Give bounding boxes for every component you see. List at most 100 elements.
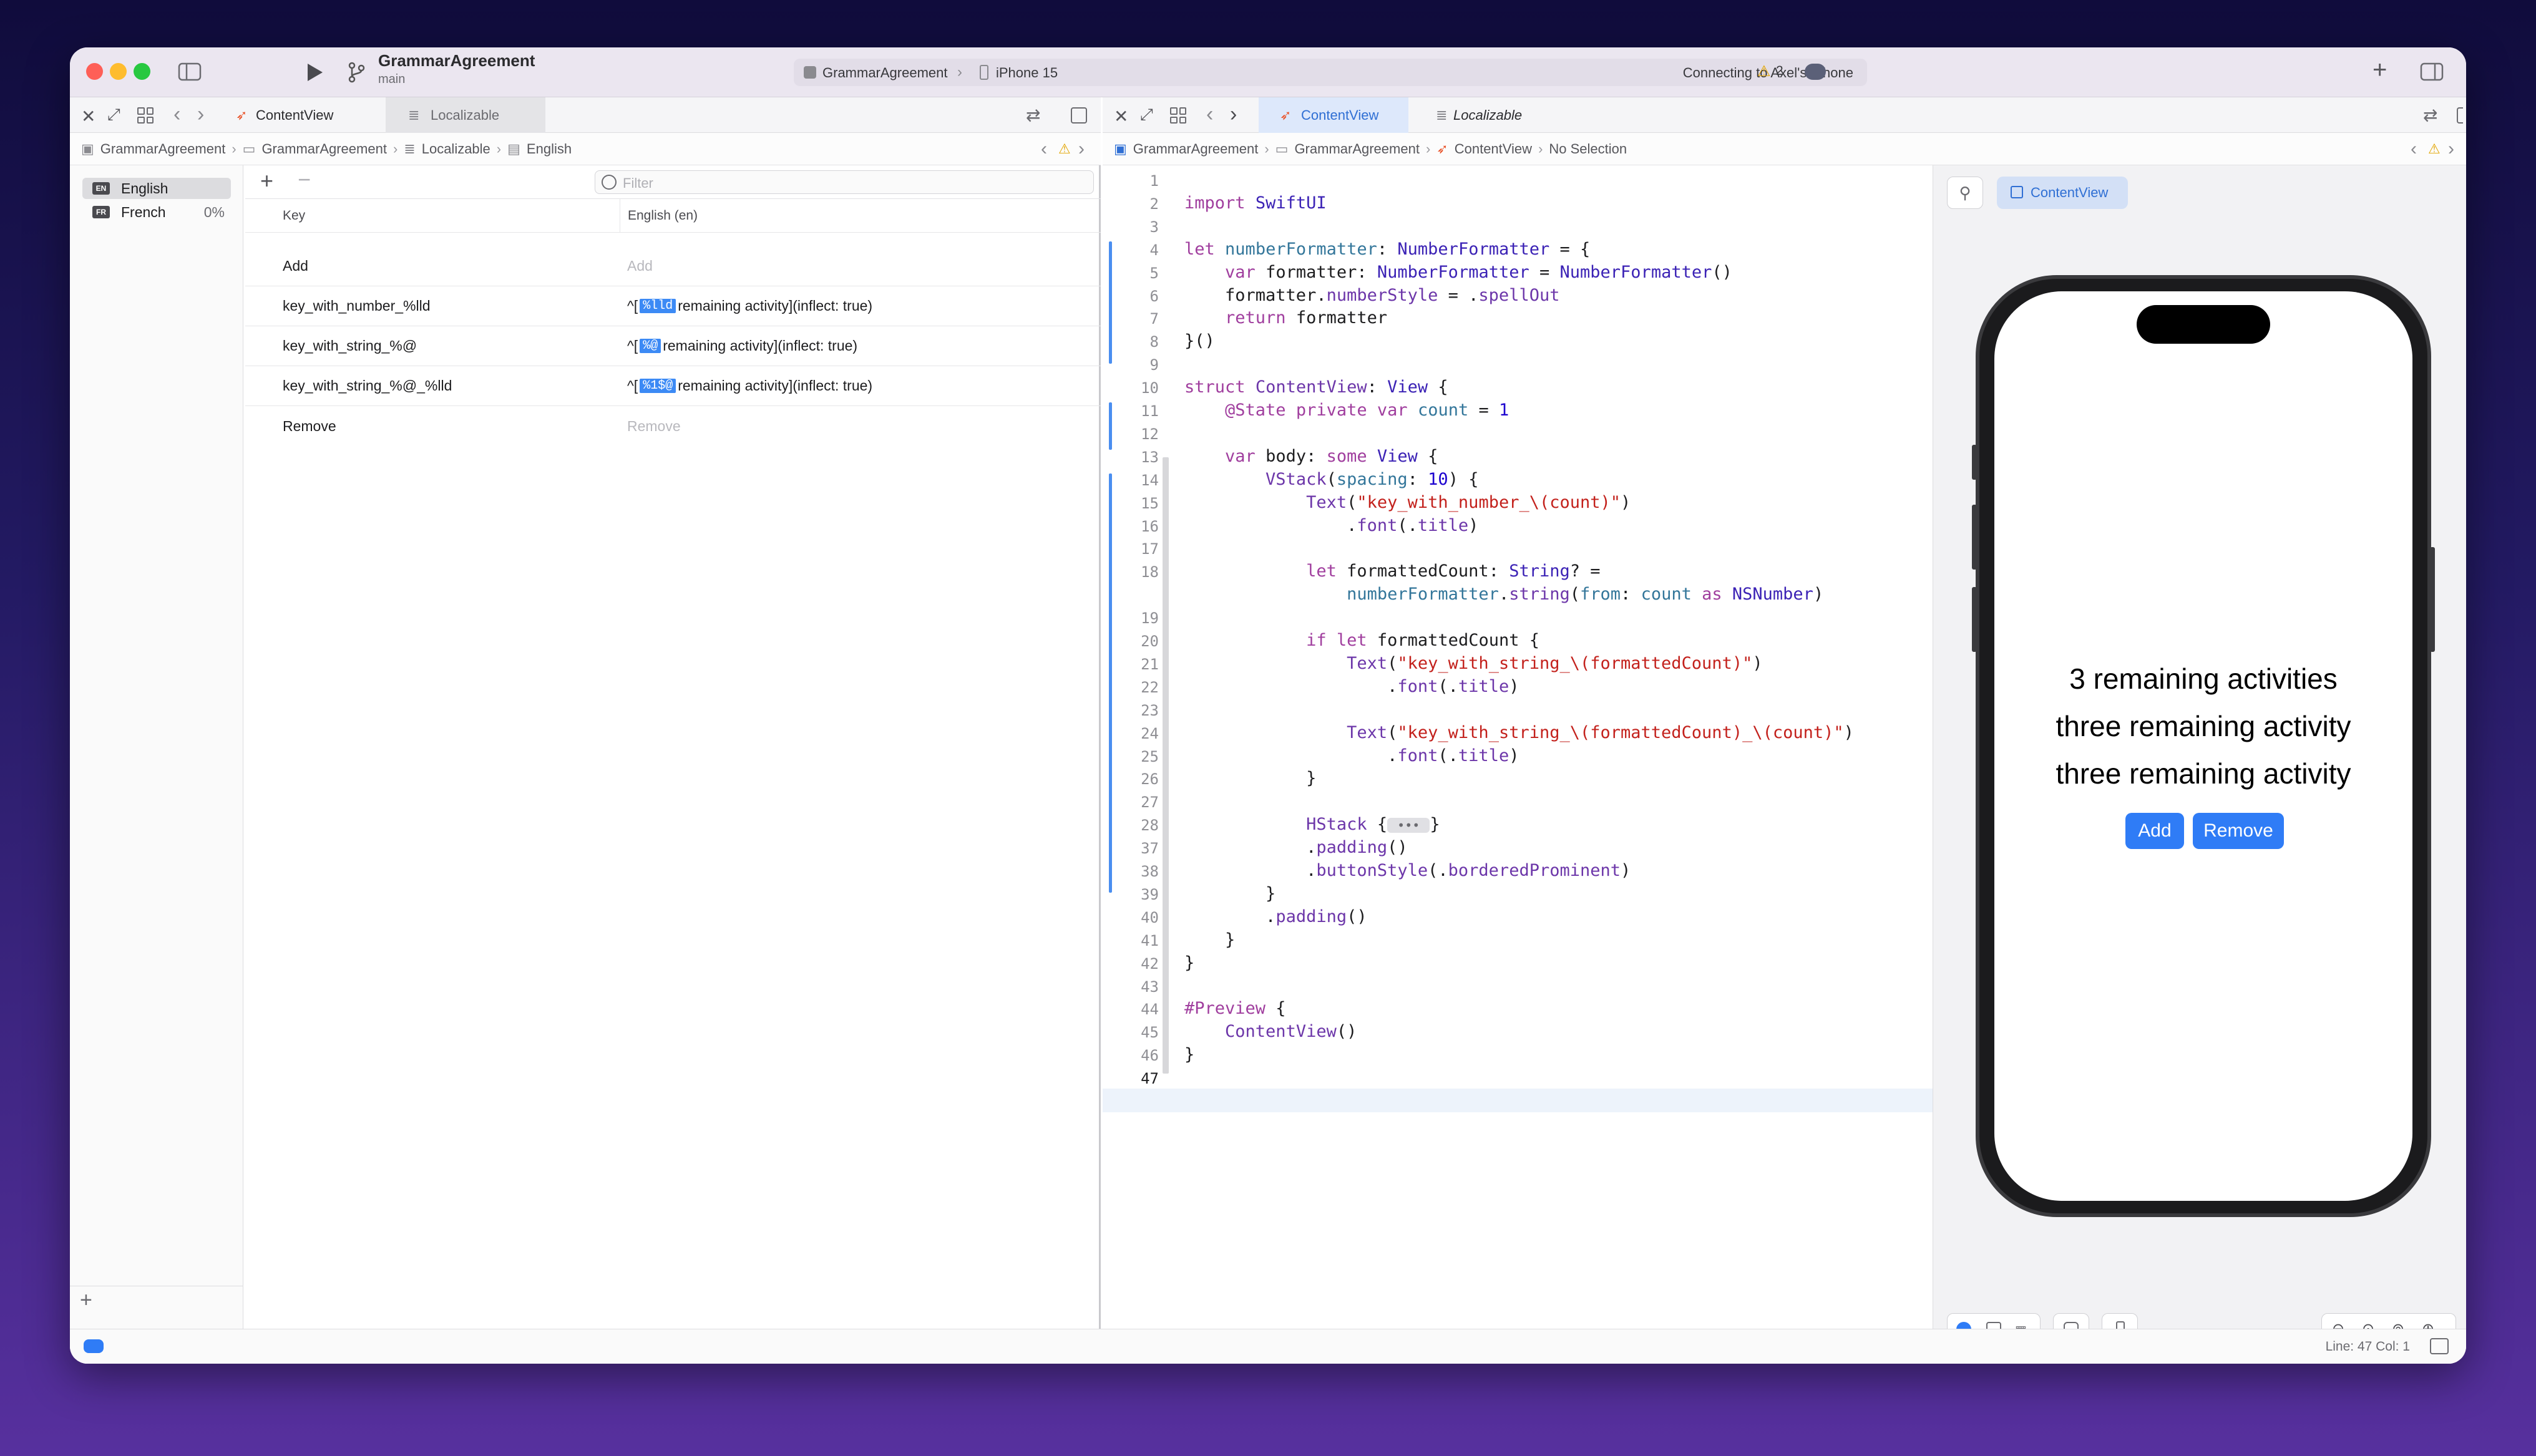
- expand-icon[interactable]: ⤢: [107, 105, 120, 125]
- code-line[interactable]: Text("key_with_string_\(formattedCount)"…: [1184, 654, 1763, 673]
- warning-icon[interactable]: ⚠: [2428, 141, 2441, 157]
- console-toggle-icon[interactable]: [2430, 1338, 2449, 1354]
- prev-issue-icon[interactable]: ‹: [1041, 138, 1047, 160]
- column-header-english[interactable]: English (en): [620, 198, 698, 233]
- code-line[interactable]: .padding(): [1184, 838, 1408, 857]
- expand-icon[interactable]: ⤢: [1140, 105, 1153, 125]
- remove-key-icon[interactable]: −: [298, 167, 311, 193]
- code-line[interactable]: HStack { ••• }: [1184, 815, 1440, 834]
- code-line[interactable]: }(): [1184, 331, 1215, 351]
- table-row[interactable]: key_with_string_%@_%lld ^[%1$@ remaining …: [245, 366, 1101, 406]
- tab-localizable[interactable]: ≣ Localizable: [386, 97, 545, 133]
- add-key-icon[interactable]: +: [260, 168, 273, 194]
- forward-icon[interactable]: ›: [197, 102, 204, 127]
- language-french[interactable]: FR French 0%: [82, 201, 231, 223]
- table-row[interactable]: Remove Remove: [245, 406, 1101, 446]
- table-row[interactable]: Add Add: [245, 246, 1101, 286]
- inspector-toggle-icon[interactable]: [2419, 61, 2445, 82]
- back-icon[interactable]: ‹: [1206, 102, 1213, 127]
- fold-ribbon[interactable]: [1163, 457, 1169, 1074]
- close-editor-icon[interactable]: ✕: [81, 106, 95, 127]
- table-row[interactable]: key_with_number_%lld ^[%lld remaining act…: [245, 286, 1101, 326]
- grid-icon[interactable]: [137, 107, 154, 124]
- breadcrumb-item[interactable]: GrammarAgreement: [1133, 141, 1259, 157]
- sidebar-toggle-icon[interactable]: [177, 61, 202, 82]
- code-line[interactable]: Text("key_with_string_\(formattedCount)_…: [1184, 723, 1854, 742]
- code-line[interactable]: }: [1184, 953, 1194, 973]
- row-key[interactable]: Remove: [283, 418, 336, 435]
- filter-field[interactable]: Filter: [595, 170, 1094, 194]
- code-line[interactable]: #Preview {: [1184, 999, 1286, 1018]
- code-line[interactable]: if let formattedCount {: [1184, 631, 1539, 650]
- code-line[interactable]: numberFormatter.string(from: count as NS…: [1184, 585, 1823, 604]
- column-header-key[interactable]: Key: [283, 208, 305, 223]
- close-editor-icon[interactable]: ✕: [1114, 106, 1128, 127]
- breadcrumb-item[interactable]: GrammarAgreement: [1294, 141, 1420, 157]
- add-button[interactable]: Add: [2125, 813, 2184, 849]
- breadcrumb-item[interactable]: ContentView: [1455, 141, 1532, 157]
- tab-localizable[interactable]: ≣ Localizable: [1408, 97, 1558, 133]
- tab-contentview[interactable]: ➶ ContentView: [226, 97, 386, 133]
- row-key[interactable]: key_with_string_%@: [283, 337, 417, 354]
- code-line[interactable]: let formattedCount: String? =: [1184, 561, 1600, 581]
- code-editor[interactable]: 1 2 import SwiftUI 3 4 let numberFormatter: N…: [1103, 165, 1933, 1364]
- tab-contentview[interactable]: ➶ ContentView: [1259, 97, 1408, 133]
- scheme-selector[interactable]: GrammarAgreement: [822, 65, 948, 81]
- row-key[interactable]: key_with_string_%@_%lld: [283, 377, 452, 394]
- next-issue-icon[interactable]: ›: [2448, 138, 2454, 160]
- row-key[interactable]: Add: [283, 258, 308, 274]
- row-key[interactable]: key_with_number_%lld: [283, 298, 431, 314]
- table-row[interactable]: key_with_string_%@ ^[%@ remaining activit…: [245, 326, 1101, 366]
- code-line[interactable]: import SwiftUI: [1184, 193, 1327, 213]
- code-line[interactable]: @State private var count = 1: [1184, 400, 1509, 420]
- code-line[interactable]: Text("key_with_number_\(count)"): [1184, 493, 1631, 512]
- code-line[interactable]: }: [1184, 930, 1235, 949]
- breadcrumb-item[interactable]: No Selection: [1549, 141, 1627, 157]
- code-line[interactable]: struct ContentView: View {: [1184, 377, 1448, 397]
- fold-marker[interactable]: •••: [1387, 818, 1430, 833]
- row-value[interactable]: ^[%1$@ remaining activity](inflect: true): [627, 377, 872, 394]
- back-icon[interactable]: ‹: [173, 102, 180, 127]
- code-line[interactable]: }: [1184, 769, 1316, 788]
- breadcrumb-item[interactable]: English: [527, 141, 572, 157]
- close-window-button[interactable]: [86, 63, 103, 80]
- next-issue-icon[interactable]: ›: [1078, 138, 1085, 160]
- swap-icon[interactable]: ⇄: [2423, 105, 2437, 125]
- breadcrumb-item[interactable]: Localizable: [422, 141, 490, 157]
- code-line[interactable]: .buttonStyle(.borderedProminent): [1184, 861, 1631, 880]
- adjust-editor-icon[interactable]: [2457, 107, 2463, 124]
- code-line[interactable]: var body: some View {: [1184, 447, 1438, 466]
- code-line[interactable]: ContentView(): [1184, 1022, 1357, 1041]
- row-value[interactable]: Add: [627, 258, 653, 274]
- code-line[interactable]: }: [1184, 884, 1275, 903]
- code-line[interactable]: VStack(spacing: 10) {: [1184, 470, 1478, 489]
- row-value[interactable]: Remove: [627, 418, 681, 435]
- device-selector[interactable]: iPhone 15: [996, 65, 1058, 81]
- add-icon[interactable]: +: [2373, 56, 2387, 84]
- code-line[interactable]: .padding(): [1184, 907, 1367, 926]
- remove-button[interactable]: Remove: [2193, 813, 2284, 849]
- breadcrumb-item[interactable]: GrammarAgreement: [261, 141, 387, 157]
- code-line[interactable]: .font(.title): [1184, 677, 1519, 696]
- preview-pin-label[interactable]: ContentView: [1997, 177, 2128, 209]
- pin-icon[interactable]: ⚲: [1947, 177, 1983, 209]
- code-line[interactable]: let numberFormatter: NumberFormatter = {: [1184, 240, 1590, 259]
- code-line[interactable]: }: [1184, 1045, 1194, 1064]
- breadcrumb-item[interactable]: GrammarAgreement: [100, 141, 226, 157]
- run-icon[interactable]: [303, 60, 326, 85]
- swap-icon[interactable]: ⇄: [1026, 105, 1040, 125]
- minimize-window-button[interactable]: [110, 63, 127, 80]
- row-value[interactable]: ^[%@ remaining activity](inflect: true): [627, 337, 857, 354]
- add-language-icon[interactable]: +: [80, 1288, 92, 1313]
- warning-count[interactable]: 2: [1776, 64, 1783, 79]
- debug-area-icon[interactable]: [84, 1339, 104, 1353]
- code-line[interactable]: return formatter: [1184, 308, 1387, 328]
- code-line[interactable]: .font(.title): [1184, 516, 1478, 535]
- grid-icon[interactable]: [1170, 107, 1186, 124]
- forward-icon[interactable]: ›: [1230, 102, 1237, 127]
- prev-issue-icon[interactable]: ‹: [2411, 138, 2417, 160]
- language-english[interactable]: EN English: [82, 178, 231, 199]
- code-line[interactable]: formatter.numberStyle = .spellOut: [1184, 286, 1559, 305]
- row-value[interactable]: ^[%lld remaining activity](inflect: true): [627, 298, 872, 314]
- code-line[interactable]: .font(.title): [1184, 746, 1519, 765]
